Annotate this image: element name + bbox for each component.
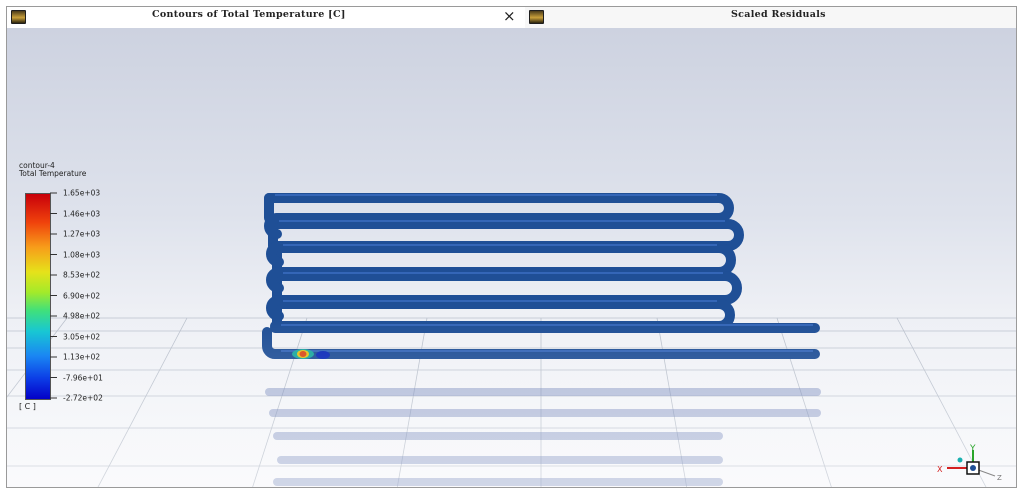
coil-tube [272, 271, 742, 305]
graphics-tab-bar: Contours of Total Temperature [C] × Scal… [7, 7, 1016, 29]
coil-tube [272, 243, 736, 277]
axis-triad-icon[interactable]: Y X Z [933, 444, 1013, 488]
tab-residuals-title: Scaled Residuals [731, 9, 826, 20]
colorbar-label: 1.08e+03 [63, 250, 101, 259]
graphics-viewport[interactable]: contour-4 Total Temperature 1.65e+03 1.4… [7, 28, 1017, 488]
ansys-logo-icon [529, 10, 544, 24]
3d-scene[interactable] [7, 28, 1017, 488]
axis-x-label: X [937, 465, 943, 474]
axis-y-label: Y [969, 444, 976, 454]
colorbar [25, 193, 51, 400]
axis-z-label: Z [997, 474, 1002, 482]
colorbar-label: 4.98e+02 [63, 311, 101, 321]
coil-tube [264, 193, 734, 223]
colorbar-unit: [ C ] [19, 402, 36, 411]
colorbar-label: 1.27e+03 [63, 229, 101, 239]
colorbar-label: 3.05e+02 [63, 332, 101, 341]
graphics-window: Contours of Total Temperature [C] × Scal… [6, 6, 1017, 488]
coil-tube [268, 219, 744, 251]
legend-variable: Total Temperature [19, 169, 87, 178]
close-icon[interactable]: × [503, 8, 516, 24]
colorbar-label: -2.72e+02 [63, 393, 103, 403]
tab-contours[interactable]: Contours of Total Temperature [C] × [7, 7, 525, 28]
ansys-logo-icon [11, 10, 26, 24]
colorbar-label: 1.13e+02 [63, 352, 101, 362]
colorbar-label: 8.53e+02 [63, 270, 101, 280]
tab-contours-title: Contours of Total Temperature [C] [152, 9, 346, 20]
colorbar-label: 6.90e+02 [63, 291, 101, 300]
colorbar-label: -7.96e+01 [63, 373, 103, 382]
legend-title: contour-4 Total Temperature [19, 162, 86, 178]
colorbar-label: 1.46e+03 [63, 209, 101, 218]
colorbar-label: 1.65e+03 [63, 188, 101, 198]
tab-scaled-residuals[interactable]: Scaled Residuals [525, 7, 1016, 28]
